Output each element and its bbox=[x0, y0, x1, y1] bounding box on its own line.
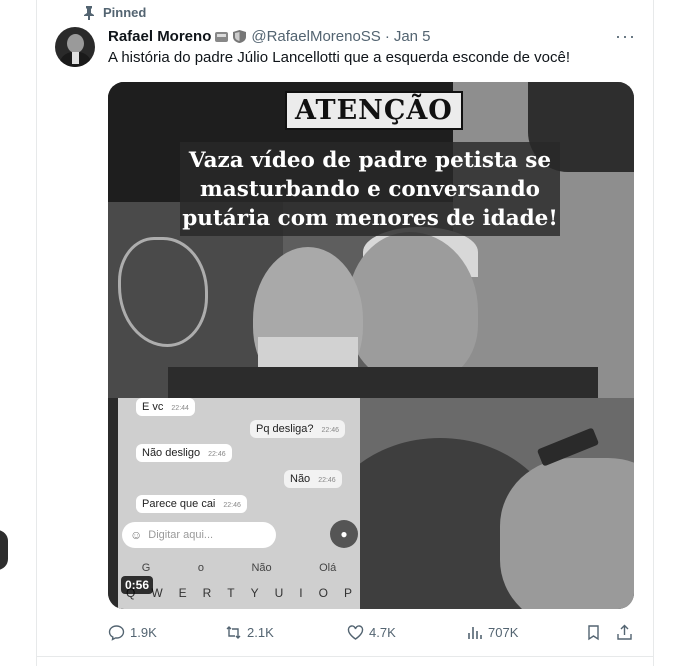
keyboard-suggestions: G o Não Olá bbox=[118, 558, 360, 578]
chat-message: Não desligo 22:46 bbox=[136, 444, 232, 462]
chat-message: Parece que cai 22:46 bbox=[136, 495, 247, 513]
mic-icon: ● bbox=[330, 520, 358, 548]
key: I bbox=[299, 586, 303, 600]
chat-message: Não 22:46 bbox=[284, 470, 342, 488]
emoji-icon: ☺ bbox=[130, 528, 143, 542]
reply-count: 1.9K bbox=[130, 625, 157, 640]
pinned-label: Pinned bbox=[103, 5, 147, 20]
reply-button[interactable]: 1.9K bbox=[108, 624, 157, 641]
column-border-left bbox=[36, 0, 37, 666]
chat-compose-field: ☺ Digitar aqui... bbox=[122, 522, 276, 548]
suggestion: o bbox=[197, 562, 204, 574]
more-options-icon[interactable]: ··· bbox=[615, 26, 636, 47]
chat-message: E vc 22:44 bbox=[136, 398, 195, 416]
bookmark-button[interactable] bbox=[585, 624, 602, 641]
bookmark-icon bbox=[588, 625, 599, 641]
headline-line: Vaza vídeo de padre petista se bbox=[188, 148, 552, 173]
video-duration: 0:56 bbox=[121, 576, 154, 594]
headline-line: putária com menores de idade! bbox=[182, 206, 558, 231]
media-headline: Vaza vídeo de padre petista se masturban… bbox=[180, 146, 560, 233]
compose-placeholder: Digitar aqui... bbox=[148, 529, 214, 541]
tweet-divider bbox=[37, 656, 653, 657]
key: U bbox=[274, 586, 284, 600]
key: T bbox=[227, 586, 235, 600]
header-separator: · bbox=[384, 28, 390, 45]
suggestion: Olá bbox=[319, 562, 337, 574]
key: R bbox=[202, 586, 212, 600]
key: O bbox=[318, 586, 328, 600]
views-button[interactable]: 707K bbox=[466, 624, 518, 641]
tweet-text: A história do padre Júlio Lancellotti qu… bbox=[108, 49, 570, 66]
author-name[interactable]: Rafael Moreno bbox=[108, 28, 211, 45]
analytics-icon bbox=[468, 627, 482, 639]
like-button[interactable]: 4.7K bbox=[347, 624, 396, 641]
tweet-date[interactable]: Jan 5 bbox=[394, 28, 431, 45]
like-count: 4.7K bbox=[369, 625, 396, 640]
headline-line: masturbando e conversando bbox=[200, 177, 540, 202]
chat-message: Pq desliga? 22:46 bbox=[250, 420, 346, 438]
repost-icon bbox=[226, 626, 241, 639]
key: W bbox=[151, 586, 163, 600]
avatar[interactable] bbox=[55, 27, 95, 67]
tweet-media[interactable]: ATENÇÃO Vaza vídeo de padre petista se m… bbox=[108, 82, 634, 609]
heart-icon bbox=[347, 625, 364, 640]
reply-icon bbox=[108, 625, 125, 641]
emoji-badge-icon bbox=[215, 32, 229, 42]
tweet-header: Rafael Moreno @RafaelMorenoSS · Jan 5 bbox=[108, 28, 431, 45]
column-border-right bbox=[653, 0, 654, 666]
share-button[interactable] bbox=[616, 624, 633, 641]
key: Y bbox=[250, 586, 259, 600]
author-handle[interactable]: @RafaelMorenoSS bbox=[251, 28, 380, 45]
pin-icon bbox=[84, 5, 94, 20]
repost-count: 2.1K bbox=[247, 625, 274, 640]
key: E bbox=[178, 586, 187, 600]
media-photo: ATENÇÃO Vaza vídeo de padre petista se m… bbox=[108, 82, 634, 407]
media-banner: ATENÇÃO bbox=[285, 91, 463, 130]
media-blurred-photo bbox=[360, 398, 634, 609]
suggestion: G bbox=[141, 562, 151, 574]
tweet-actions: 1.9K 2.1K 4.7K 707K bbox=[108, 624, 634, 644]
pinned-indicator: Pinned bbox=[83, 5, 146, 20]
shield-badge-icon bbox=[233, 30, 247, 43]
suggestion: Não bbox=[251, 562, 272, 574]
share-icon bbox=[617, 624, 632, 640]
view-count: 707K bbox=[488, 625, 519, 640]
key: P bbox=[343, 586, 352, 600]
floating-edge-button[interactable] bbox=[0, 530, 8, 570]
repost-button[interactable]: 2.1K bbox=[225, 624, 274, 641]
keyboard-row: Q W E R T Y U I O P bbox=[118, 586, 360, 606]
